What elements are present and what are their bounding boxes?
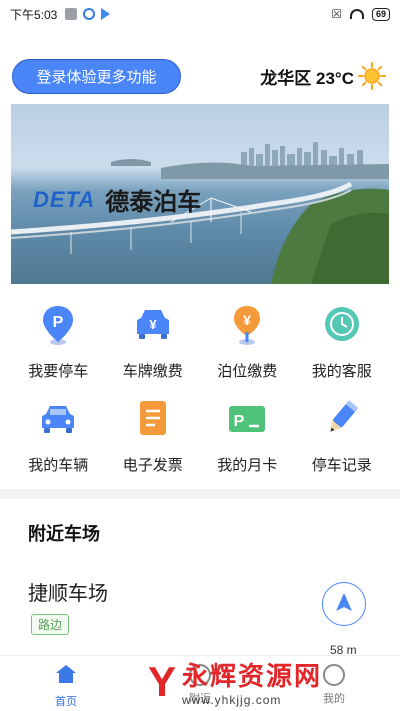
grid-label: 车牌缴费 [122, 363, 183, 380]
tab-home[interactable]: 首页 [46, 664, 86, 709]
yen-pin-icon: ¥ [227, 304, 267, 346]
grid-item-berth-pay[interactable]: ¥ 泊位缴费 [200, 300, 295, 380]
navigate-button[interactable] [322, 582, 366, 626]
navigation-arrow-icon [336, 592, 352, 616]
grid-label: 我的月卡 [217, 457, 278, 474]
close-box-icon: ☒ [331, 7, 342, 21]
svg-text:¥: ¥ [149, 317, 157, 332]
car-yen-icon: ¥ [133, 304, 173, 346]
parking-card-icon: P [227, 398, 267, 440]
watermark: Y 永辉资源网 www.yhkjjg.com [148, 656, 322, 707]
grid-label: 泊位缴费 [217, 363, 278, 380]
weather-text: 龙华区 23°C [260, 68, 354, 88]
svg-text:P: P [234, 413, 245, 430]
nearby-title: 附近车场 [28, 524, 100, 544]
tab-home-label: 首页 [55, 696, 77, 708]
watermark-logo-icon: Y [148, 657, 177, 705]
grid-label: 我的车辆 [28, 457, 89, 474]
lot-name[interactable]: 捷顺车场 [28, 577, 108, 606]
feature-grid: P 我要停车 ¥ 车牌缴费 ¥ 泊位缴费 我的客服 我的车辆 电子发票 P 我的… [11, 300, 389, 474]
grid-item-customer-service[interactable]: 我的客服 [295, 300, 390, 380]
svg-text:P: P [53, 314, 64, 331]
promo-banner[interactable]: DETA 德泰泊车 [11, 104, 389, 284]
lot-tag: 路边 [31, 614, 70, 635]
banner-logo-mark: DETA [33, 186, 96, 212]
user-icon [323, 664, 345, 686]
svg-text:¥: ¥ [243, 312, 251, 328]
weather-widget: 龙华区 23°C [260, 62, 386, 90]
grid-item-my-vehicles[interactable]: 我的车辆 [11, 394, 106, 474]
grid-label: 我要停车 [28, 363, 89, 380]
browser-icon [83, 8, 96, 20]
tab-mine-label: 我的 [323, 693, 345, 705]
status-time: 下午5:03 [10, 7, 58, 22]
login-button[interactable]: 登录体验更多功能 [12, 59, 181, 94]
home-icon [55, 664, 77, 689]
sun-icon [358, 62, 386, 90]
watermark-url: www.yhkjjg.com [182, 693, 282, 707]
notification-icon [65, 8, 78, 20]
clock-icon [322, 304, 362, 346]
grid-item-park[interactable]: P 我要停车 [11, 300, 106, 380]
status-bar: 下午5:03 ☒ 69 [0, 0, 400, 28]
grid-label: 我的客服 [311, 363, 372, 380]
invoice-icon [133, 398, 173, 440]
watermark-title: 永辉资源网 [182, 661, 323, 691]
grid-label: 停车记录 [311, 457, 372, 474]
pencil-icon [322, 398, 362, 440]
banner-logo: DETA 德泰泊车 [33, 182, 201, 217]
grid-item-plate-pay[interactable]: ¥ 车牌缴费 [106, 300, 201, 380]
banner-logo-text: 德泰泊车 [105, 189, 202, 216]
battery-icon: 69 [371, 7, 390, 21]
play-icon [101, 8, 111, 20]
grid-label: 电子发票 [122, 457, 183, 474]
section-divider [0, 489, 400, 499]
grid-item-monthly-card[interactable]: P 我的月卡 [200, 394, 295, 474]
wifi-icon [349, 9, 364, 19]
grid-item-e-invoice[interactable]: 电子发票 [106, 394, 201, 474]
grid-item-parking-records[interactable]: 停车记录 [295, 394, 390, 474]
parking-pin-icon: P [38, 304, 78, 346]
car-icon [38, 398, 78, 440]
